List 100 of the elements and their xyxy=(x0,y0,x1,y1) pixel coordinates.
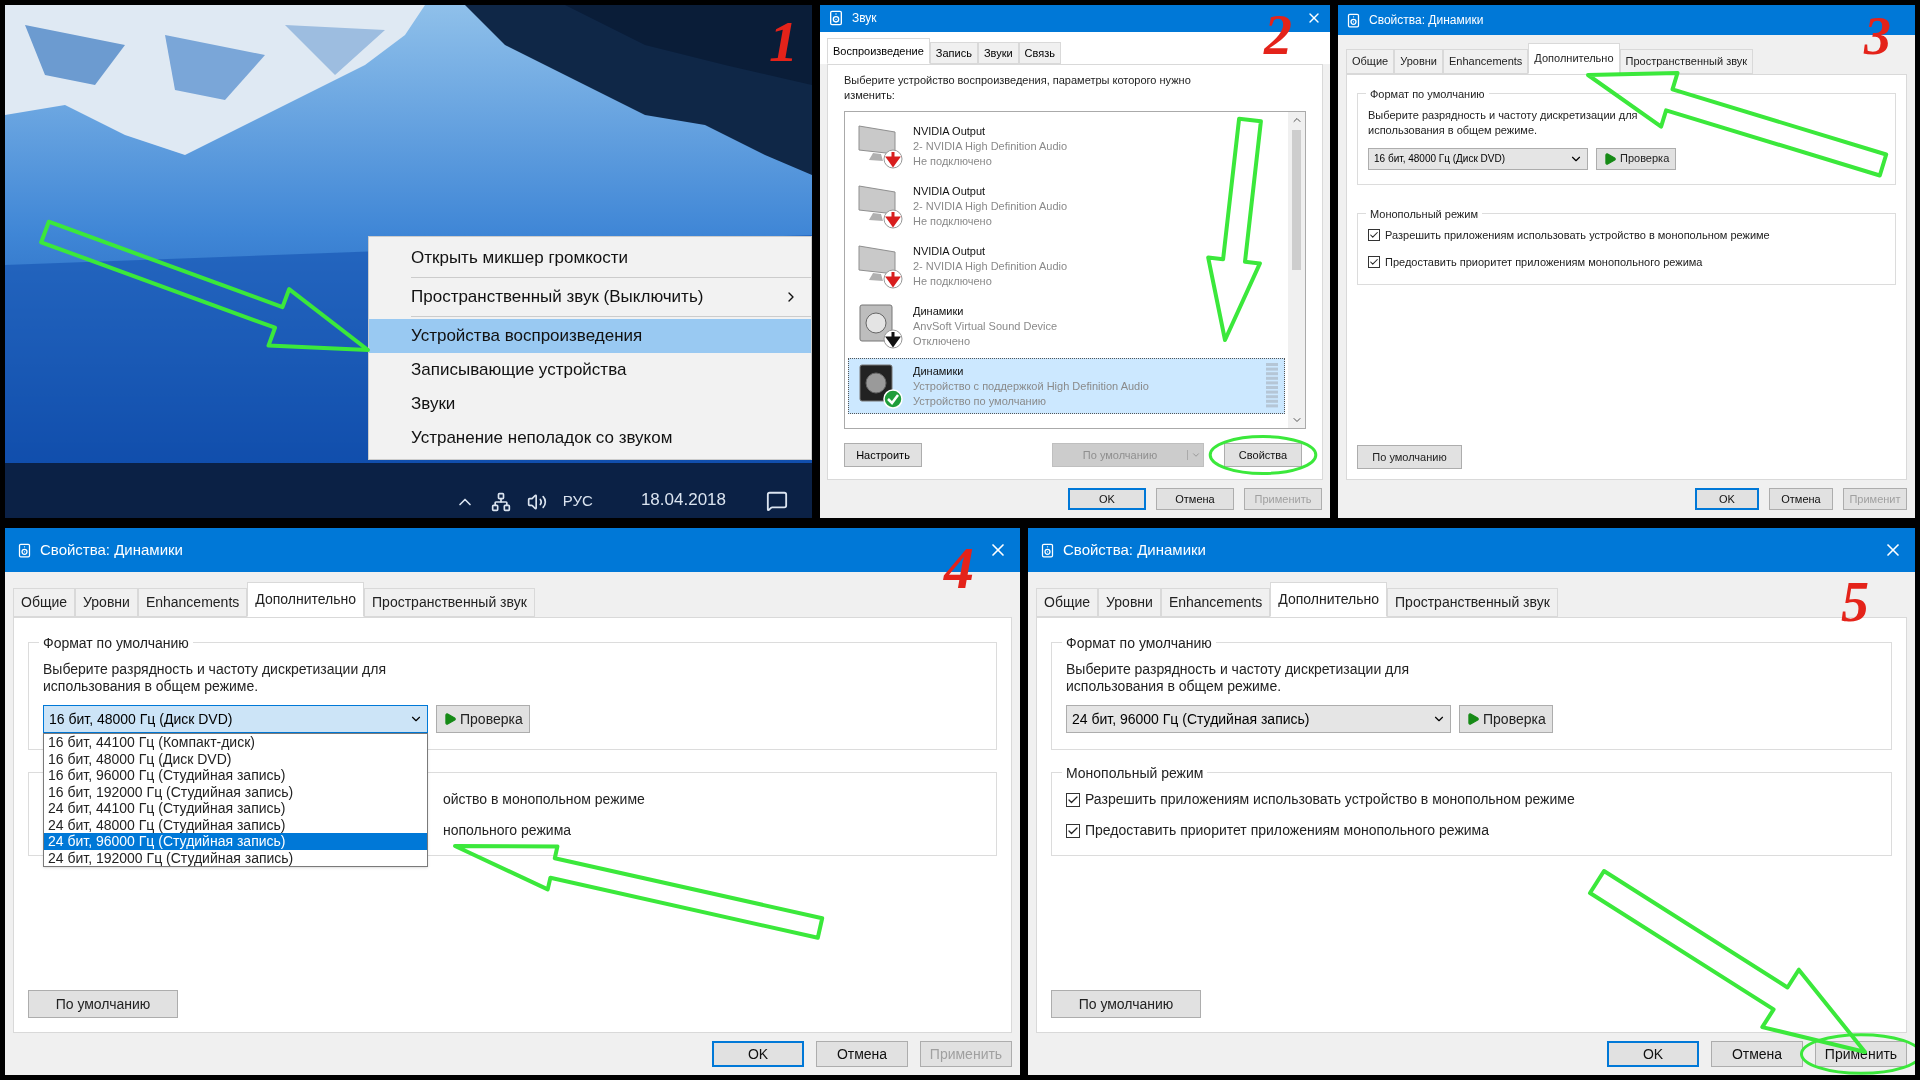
menu-item[interactable]: Устранение неполадок со звуком xyxy=(369,421,811,455)
step-number: 5 xyxy=(1841,574,1869,630)
menu-item[interactable]: Открыть микшер громкости xyxy=(369,241,811,275)
play-icon xyxy=(1603,151,1617,166)
restore-defaults-button[interactable]: По умолчанию xyxy=(1051,990,1201,1018)
tab[interactable]: Звуки xyxy=(977,41,1019,64)
tab[interactable]: Дополнительно xyxy=(1528,43,1620,74)
tab[interactable]: Связь xyxy=(1018,41,1061,64)
tab[interactable]: Дополнительно xyxy=(247,582,365,617)
dialog-button[interactable]: OK xyxy=(1695,488,1759,510)
test-button[interactable]: Проверка xyxy=(1459,705,1553,733)
restore-defaults-button[interactable]: По умолчанию xyxy=(28,990,178,1018)
play-icon xyxy=(1466,712,1480,726)
step-number: 1 xyxy=(769,13,798,71)
dropdown-option[interactable]: 16 бит, 192000 Гц (Студийная запись) xyxy=(44,783,427,800)
window-title: Свойства: Динамики xyxy=(1063,539,1207,560)
device-description: 2- NVIDIA High Definition Audio xyxy=(913,138,1069,154)
tab[interactable]: Общие xyxy=(13,588,76,617)
tab[interactable]: Пространственный звук xyxy=(1619,49,1754,74)
scrollbar[interactable] xyxy=(1288,112,1305,428)
dialog-button[interactable]: OK xyxy=(1068,488,1146,510)
dialog-button[interactable]: OK xyxy=(712,1041,804,1067)
device-description: 2- NVIDIA High Definition Audio xyxy=(913,258,1069,274)
device-status: Не подключено xyxy=(913,213,993,229)
description-text: Выберите разрядность и частоту дискретизации для использования в общем режиме. xyxy=(1368,107,1639,138)
device-name: Динамики xyxy=(913,363,965,379)
checkbox[interactable] xyxy=(1368,229,1380,241)
tab[interactable]: Пространственный звук xyxy=(1387,588,1558,617)
dialog-button[interactable]: Свойства xyxy=(1224,443,1302,467)
tab[interactable]: Общие xyxy=(1346,49,1395,74)
description-text: Выберите разрядность и частоту дискретизации для использования в общем режиме. xyxy=(1066,661,1411,695)
speaker-icon[interactable] xyxy=(526,492,547,512)
tab[interactable]: Запись xyxy=(929,41,978,64)
tab[interactable]: Enhancements xyxy=(137,588,248,617)
checkbox[interactable] xyxy=(1368,256,1380,268)
dropdown-option[interactable]: 24 бит, 48000 Гц (Студийная запись) xyxy=(44,816,427,833)
device-description: Устройство с поддержкой High Definition Audio xyxy=(913,378,1150,394)
dialog-button[interactable]: Отмена xyxy=(816,1041,908,1067)
checkbox-label: Предоставить приоритет приложениям монопольного режима xyxy=(1085,822,1490,839)
device-status: Не подключено xyxy=(913,153,993,169)
tab[interactable]: Общие xyxy=(1036,588,1099,617)
language-indicator[interactable]: РУС xyxy=(562,489,593,512)
tab[interactable]: Уровни xyxy=(1394,49,1443,74)
device-row[interactable]: Динамики AnvSoft Virtual Sound Device Отключено xyxy=(848,298,1285,354)
window-title: Звук xyxy=(852,10,878,28)
tab[interactable]: Enhancements xyxy=(1442,49,1529,74)
format-select[interactable]: 16 бит, 48000 Гц (Диск DVD) xyxy=(1368,147,1588,170)
checkbox-label: Предоставить приоритет приложениям монопольного режима xyxy=(1385,254,1703,270)
menu-item[interactable]: Звуки xyxy=(369,387,811,421)
test-button[interactable]: Проверка xyxy=(436,705,530,733)
device-status: Не подключено xyxy=(913,273,993,289)
device-row[interactable]: NVIDIA Output 2- NVIDIA High Definition Audio Не подключено xyxy=(848,238,1285,294)
dropdown-option[interactable]: 16 бит, 48000 Гц (Диск DVD) xyxy=(44,750,427,767)
device-row[interactable]: NVIDIA Output 2- NVIDIA High Definition Audio Не подключено xyxy=(848,118,1285,174)
dropdown-option[interactable]: 24 бит, 192000 Гц (Студийная запись) xyxy=(44,849,427,866)
restore-defaults-button[interactable]: По умолчанию xyxy=(1357,445,1462,469)
menu-item[interactable]: Устройства воспроизведения xyxy=(369,319,811,353)
device-name: NVIDIA Output xyxy=(913,243,987,259)
tab[interactable]: Enhancements xyxy=(1160,588,1271,617)
dialog-button[interactable]: OK xyxy=(1607,1041,1699,1067)
tab[interactable]: Уровни xyxy=(75,588,138,617)
menu-item[interactable]: Записывающие устройства xyxy=(369,353,811,387)
checkbox-label: ойство в монопольном режиме xyxy=(443,791,645,808)
checkbox-label: Разрешить приложениям использовать устройство в монопольном режиме xyxy=(1085,791,1575,808)
configure-button[interactable]: Настроить xyxy=(844,443,922,467)
device-description: 2- NVIDIA High Definition Audio xyxy=(913,198,1069,214)
network-icon[interactable] xyxy=(490,492,511,512)
dialog-button[interactable]: Отмена xyxy=(1711,1041,1803,1067)
checkbox[interactable] xyxy=(1066,792,1080,807)
device-name: Динамики xyxy=(913,303,965,319)
device-status: Отключено xyxy=(913,333,971,349)
dialog-button[interactable]: Отмена xyxy=(1156,488,1234,510)
tab[interactable]: Дополнительно xyxy=(1270,582,1388,617)
device-row[interactable]: Динамики Устройство с поддержкой High Definition Audio Устройство по умолчанию xyxy=(848,358,1285,414)
test-button[interactable]: Проверка xyxy=(1596,147,1677,170)
speaker-icon xyxy=(828,10,844,27)
format-select[interactable]: 24 бит, 96000 Гц (Студийная запись) xyxy=(1066,705,1451,733)
menu-item[interactable]: Пространственный звук (Выключить) xyxy=(369,280,811,314)
description-text: Выберите разрядность и частоту дискретизации для использования в общем режиме. xyxy=(43,661,388,695)
format-select[interactable]: 16 бит, 48000 Гц (Диск DVD) xyxy=(43,705,428,733)
window-title: Свойства: Динамики xyxy=(40,539,184,560)
play-icon xyxy=(443,712,457,726)
volume-meter-icon xyxy=(1266,363,1278,409)
checkbox[interactable] xyxy=(1066,823,1080,838)
instruction-text: Выберите устройство воспроизведения, параметры которого нужно изменить: xyxy=(844,73,1192,103)
device-name: NVIDIA Output xyxy=(913,123,987,139)
dropdown-option[interactable]: 16 бит, 96000 Гц (Студийная запись) xyxy=(44,767,427,784)
tab[interactable]: Воспроизведение xyxy=(827,37,930,64)
device-row[interactable]: NVIDIA Output 2- NVIDIA High Definition Audio Не подключено xyxy=(848,178,1285,234)
dialog-button[interactable]: Отмена xyxy=(1769,488,1833,510)
notification-icon[interactable] xyxy=(766,490,788,512)
tab[interactable]: Уровни xyxy=(1098,588,1161,617)
window-title: Свойства: Динамики xyxy=(1369,12,1485,29)
dropdown-option[interactable]: 24 бит, 96000 Гц (Студийная запись) xyxy=(44,833,427,850)
dropdown-option[interactable]: 16 бит, 44100 Гц (Компакт-диск) xyxy=(44,734,427,751)
dropdown-option[interactable]: 24 бит, 44100 Гц (Студийная запись) xyxy=(44,800,427,817)
speaker-icon xyxy=(1346,12,1361,28)
checkbox-label: нопольного режима xyxy=(443,822,572,839)
tab[interactable]: Пространственный звук xyxy=(364,588,535,617)
scrollbar-thumb[interactable] xyxy=(1292,130,1301,270)
